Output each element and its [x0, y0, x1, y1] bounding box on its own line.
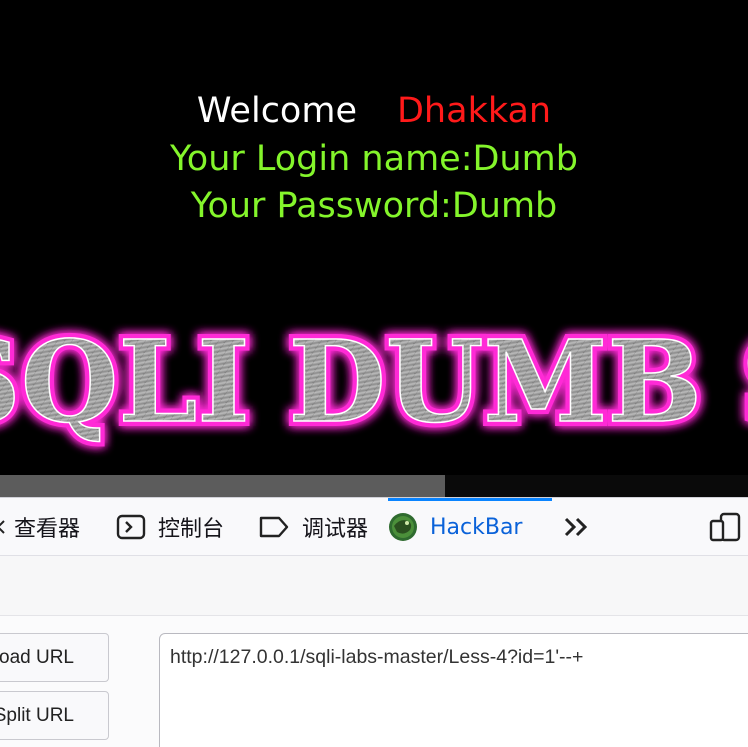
tab-debugger[interactable]: 调试器 — [258, 498, 368, 556]
banner-text: SQLI DUMB S — [0, 318, 748, 448]
tab-hackbar-label: HackBar — [430, 514, 523, 540]
tab-hackbar[interactable]: HackBar — [388, 498, 522, 556]
console-icon — [116, 514, 146, 540]
responsive-design-icon — [709, 512, 741, 542]
welcome-text: Welcome — [196, 91, 357, 131]
tab-inspector-label: 查看器 — [14, 517, 81, 542]
password-line: Your Password:Dumb — [190, 186, 558, 226]
tab-debugger-label: 调试器 — [302, 517, 369, 542]
devtools-panel: 查看器 控制台 调试器 HackBar oad URL Split URL ht… — [0, 497, 748, 747]
tab-console[interactable]: 控制台 — [116, 498, 224, 556]
hackbar-toolbar — [0, 556, 748, 616]
more-tools-button[interactable] — [563, 498, 591, 556]
url-input[interactable]: http://127.0.0.1/sqli-labs-master/Less-4… — [159, 633, 748, 747]
debugger-icon — [258, 515, 290, 539]
responsive-design-button[interactable] — [709, 498, 741, 556]
arrow-left-icon — [0, 520, 5, 534]
tab-inspector[interactable]: 查看器 — [14, 498, 80, 556]
chevrons-right-icon — [564, 517, 588, 537]
split-url-button[interactable]: Split URL — [0, 691, 109, 740]
hackbar-body: Load URL Split URL http://127.0.0.1/sqli… — [0, 616, 748, 747]
devtools-tabbar: 查看器 控制台 调试器 HackBar — [0, 498, 748, 556]
load-url-button[interactable]: Load URL — [0, 633, 109, 682]
hackbar-icon — [388, 512, 418, 542]
login-name-line: Your Login name:Dumb — [170, 139, 578, 179]
welcome-line: Welcome Dhakkan — [0, 91, 748, 131]
scrollbar-thumb[interactable] — [0, 475, 445, 497]
tab-console-label: 控制台 — [158, 517, 225, 542]
tab-scroll-left[interactable] — [0, 498, 6, 556]
web-page: Welcome Dhakkan Your Login name:Dumb Your… — [0, 0, 748, 497]
welcome-name: Dhakkan — [396, 91, 552, 131]
sqli-dumb-banner: SQLI DUMB S SQLI DUMB S — [0, 318, 748, 453]
